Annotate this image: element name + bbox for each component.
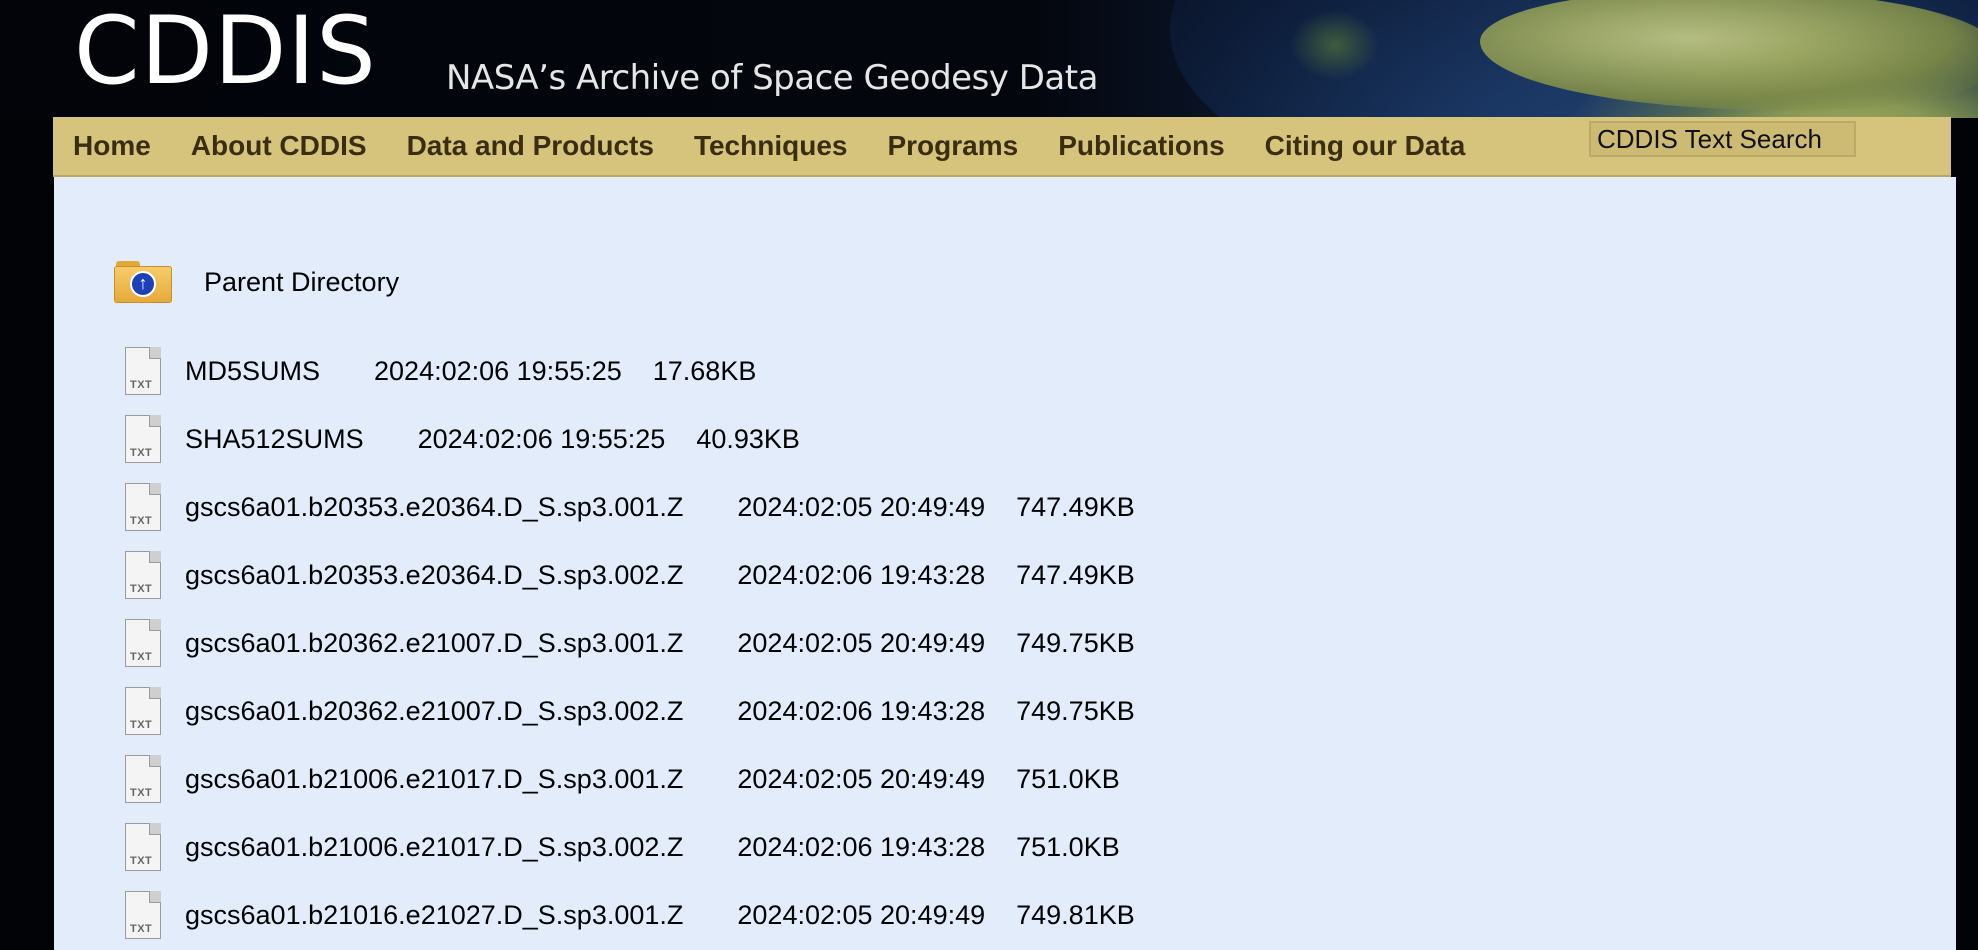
txt-icon-label: TXT [130,515,153,527]
page-fold-shape [149,687,161,699]
page-fold-shape [149,619,161,631]
nav-about-cddis[interactable]: About CDDIS [191,130,367,162]
file-list: TXT MD5SUMS 2024:02:06 19:55:25 17.68KB … [125,337,1135,949]
file-row: TXT gscs6a01.b20353.e20364.D_S.sp3.002.Z… [125,541,1135,609]
txt-icon-label: TXT [130,855,153,867]
txt-icon-label: TXT [130,583,153,595]
text-search-input[interactable]: CDDIS Text Search [1589,121,1856,157]
file-date: 2024:02:05 20:49:49 [737,763,986,794]
parent-folder-icon[interactable]: ↑ [114,261,172,303]
nav-citing-our-data[interactable]: Citing our Data [1265,130,1466,162]
file-date: 2024:02:06 19:43:28 [737,695,986,726]
txt-icon-label: TXT [130,787,153,799]
file-size: 751.0KB [1016,831,1120,862]
file-size: 747.49KB [1016,559,1135,590]
file-row: TXT gscs6a01.b21006.e21017.D_S.sp3.001.Z… [125,745,1135,813]
file-name-link[interactable]: gscs6a01.b20353.e20364.D_S.sp3.002.Z [185,560,683,591]
main-nav: Home About CDDIS Data and Products Techn… [53,117,1951,177]
txt-file-icon[interactable]: TXT [125,687,161,735]
file-name-link[interactable]: gscs6a01.b20362.e21007.D_S.sp3.002.Z [185,696,683,727]
file-name-link[interactable]: gscs6a01.b21006.e21017.D_S.sp3.002.Z [185,832,683,863]
nav-home[interactable]: Home [73,130,151,162]
page-fold-shape [149,891,161,903]
file-row: TXT gscs6a01.b20362.e21007.D_S.sp3.002.Z… [125,677,1135,745]
file-size: 747.49KB [1016,491,1135,522]
earth-island-image [1290,10,1380,80]
txt-file-icon[interactable]: TXT [125,347,161,395]
file-name-link[interactable]: gscs6a01.b21006.e21017.D_S.sp3.001.Z [185,764,683,795]
nav-techniques[interactable]: Techniques [694,130,848,162]
file-date: 2024:02:06 19:43:28 [737,831,986,862]
site-tagline: NASA’s Archive of Space Geodesy Data [446,58,1098,98]
file-size: 749.75KB [1016,695,1135,726]
txt-file-icon[interactable]: TXT [125,823,161,871]
txt-file-icon[interactable]: TXT [125,891,161,939]
txt-icon-label: TXT [130,651,153,663]
file-row: TXT MD5SUMS 2024:02:06 19:55:25 17.68KB [125,337,1135,405]
file-name-link[interactable]: MD5SUMS [185,356,320,387]
file-row: TXT gscs6a01.b21006.e21017.D_S.sp3.002.Z… [125,813,1135,881]
txt-file-icon[interactable]: TXT [125,755,161,803]
file-date: 2024:02:06 19:55:25 [417,423,666,454]
file-date: 2024:02:05 20:49:49 [737,491,986,522]
parent-directory-row[interactable]: ↑ Parent Directory [114,259,399,305]
file-row: TXT gscs6a01.b20353.e20364.D_S.sp3.001.Z… [125,473,1135,541]
page-fold-shape [149,415,161,427]
file-date: 2024:02:05 20:49:49 [737,627,986,658]
file-size: 749.75KB [1016,627,1135,658]
file-size: 749.81KB [1016,899,1135,930]
file-row: TXT SHA512SUMS 2024:02:06 19:55:25 40.93… [125,405,1135,473]
file-date: 2024:02:05 20:49:49 [737,899,986,930]
nav-programs[interactable]: Programs [887,130,1018,162]
parent-directory-link[interactable]: Parent Directory [204,267,399,298]
txt-icon-label: TXT [130,447,153,459]
nav-data-and-products[interactable]: Data and Products [407,130,654,162]
txt-icon-label: TXT [130,719,153,731]
file-name-link[interactable]: gscs6a01.b21016.e21027.D_S.sp3.001.Z [185,900,683,931]
header-banner: CDDIS NASA’s Archive of Space Geodesy Da… [0,0,1978,118]
txt-icon-label: TXT [130,379,153,391]
file-row: TXT gscs6a01.b21016.e21027.D_S.sp3.001.Z… [125,881,1135,949]
file-size: 40.93KB [696,423,800,454]
txt-file-icon[interactable]: TXT [125,551,161,599]
up-arrow-icon: ↑ [130,271,156,297]
txt-file-icon[interactable]: TXT [125,619,161,667]
page-fold-shape [149,483,161,495]
page-fold-shape [149,823,161,835]
txt-file-icon[interactable]: TXT [125,415,161,463]
file-name-link[interactable]: gscs6a01.b20353.e20364.D_S.sp3.001.Z [185,492,683,523]
txt-file-icon[interactable]: TXT [125,483,161,531]
file-name-link[interactable]: gscs6a01.b20362.e21007.D_S.sp3.001.Z [185,628,683,659]
nav-publications[interactable]: Publications [1058,130,1224,162]
page-fold-shape [149,755,161,767]
file-row: TXT gscs6a01.b20362.e21007.D_S.sp3.001.Z… [125,609,1135,677]
file-date: 2024:02:06 19:55:25 [374,355,622,386]
txt-icon-label: TXT [130,923,153,935]
page-fold-shape [149,347,161,359]
file-name-link[interactable]: SHA512SUMS [185,424,364,455]
cddis-logo[interactable]: CDDIS [74,2,377,102]
directory-listing: ↑ Parent Directory TXT MD5SUMS 2024:02:0… [54,177,1956,950]
file-size: 751.0KB [1016,763,1120,794]
file-date: 2024:02:06 19:43:28 [737,559,986,590]
file-size: 17.68KB [652,355,757,386]
page: CDDIS NASA’s Archive of Space Geodesy Da… [0,0,1978,950]
page-fold-shape [149,551,161,563]
